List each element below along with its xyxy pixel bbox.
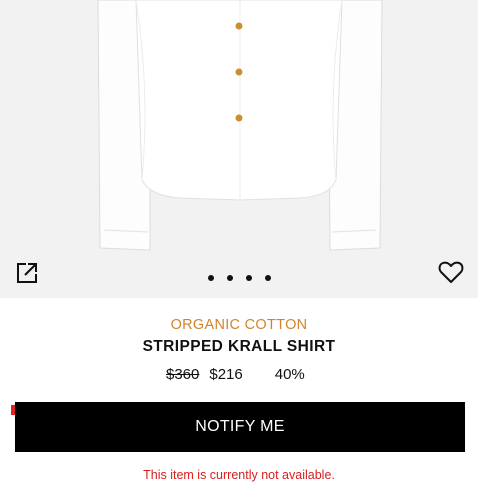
share-icon[interactable]	[14, 260, 40, 286]
sale-price: $216	[209, 366, 243, 383]
availability-status: This item is currently not available.	[143, 468, 335, 482]
heart-outline-icon[interactable]	[437, 259, 465, 285]
product-title: STRIPPED KRALL SHIRT	[142, 338, 336, 355]
product-image-gallery[interactable]	[0, 0, 478, 298]
original-price: $360	[166, 366, 200, 383]
product-category: ORGANIC COTTON	[170, 317, 308, 333]
pagination-dot[interactable]	[245, 275, 252, 281]
notify-me-button[interactable]: NOTIFY ME	[15, 402, 465, 452]
discount-badge: 40%	[274, 366, 305, 383]
pagination-dot[interactable]	[264, 275, 271, 281]
image-pagination	[0, 275, 478, 281]
pagination-dot[interactable]	[226, 275, 233, 281]
product-info: ORGANIC COTTON STRIPPED KRALL SHIRT $360…	[0, 298, 478, 482]
price-row: $360 $216 40%	[166, 366, 305, 383]
product-image	[0, 0, 478, 298]
pagination-dot[interactable]	[207, 275, 214, 281]
